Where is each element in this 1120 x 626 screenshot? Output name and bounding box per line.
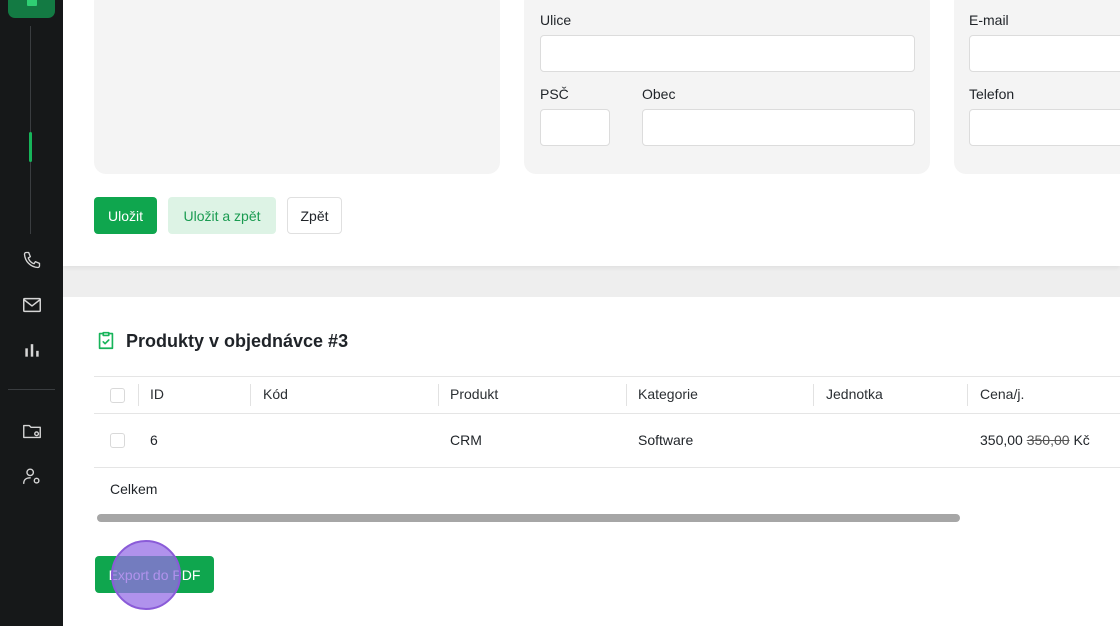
column-header-unit[interactable]: Jednotka — [826, 386, 883, 402]
back-button[interactable]: Zpět — [287, 197, 342, 234]
cell-id: 6 — [150, 432, 158, 448]
row-checkbox[interactable] — [110, 433, 125, 448]
column-separator — [967, 384, 968, 406]
folder-settings-icon[interactable] — [20, 419, 44, 443]
mail-icon[interactable] — [20, 293, 44, 317]
column-separator — [138, 384, 139, 406]
save-button[interactable]: Uložit — [94, 197, 157, 234]
zip-input[interactable] — [540, 109, 610, 146]
table-top-border — [94, 376, 1120, 377]
sidebar — [0, 0, 63, 626]
column-header-product[interactable]: Produkt — [450, 386, 498, 402]
column-separator — [250, 384, 251, 406]
clipboard-check-icon — [98, 331, 114, 350]
select-all-checkbox[interactable] — [110, 388, 125, 403]
sidebar-separator — [8, 389, 55, 390]
document-icon — [27, 0, 37, 6]
total-label: Celkem — [110, 481, 158, 497]
price-value: 350,00 — [980, 432, 1023, 448]
cell-product: CRM — [450, 432, 482, 448]
column-header-category[interactable]: Kategorie — [638, 386, 698, 402]
export-pdf-button[interactable]: Export do PDF — [95, 556, 214, 593]
city-label: Obec — [642, 86, 676, 102]
column-separator — [813, 384, 814, 406]
street-input[interactable] — [540, 35, 915, 72]
city-input[interactable] — [642, 109, 915, 146]
cell-price: 350,00 350,00 Kč — [980, 432, 1090, 448]
column-separator — [626, 384, 627, 406]
user-settings-icon[interactable] — [20, 464, 44, 488]
products-title: Produkty v objednávce #3 — [126, 331, 349, 351]
currency-label: Kč — [1073, 432, 1090, 448]
phone-label: Telefon — [969, 86, 1015, 102]
zip-label: PSČ — [540, 86, 569, 102]
column-separator — [438, 384, 439, 406]
column-header-code[interactable]: Kód — [263, 386, 288, 402]
street-label: Ulice — [540, 12, 572, 28]
email-input[interactable] — [969, 35, 1120, 72]
chart-icon[interactable] — [20, 338, 44, 362]
form-panel-left — [94, 0, 500, 174]
old-price-value: 350,00 — [1026, 432, 1070, 448]
cell-category: Software — [638, 432, 694, 448]
sidebar-item-orders[interactable] — [8, 0, 55, 18]
column-header-price[interactable]: Cena/j. — [980, 386, 1024, 402]
column-header-id[interactable]: ID — [150, 386, 164, 402]
save-and-back-button[interactable]: Uložit a zpět — [168, 197, 276, 234]
table-row-border — [94, 467, 1120, 468]
order-form-card: Ulice PSČ Obec E-mail Telefon Uložit Ulo… — [63, 0, 1120, 266]
sidebar-active-indicator — [29, 132, 32, 162]
contact-panel: E-mail Telefon — [954, 0, 1120, 174]
phone-icon[interactable] — [20, 248, 44, 272]
address-panel: Ulice PSČ Obec — [524, 0, 930, 174]
sidebar-divider-line — [30, 26, 31, 234]
email-label: E-mail — [969, 12, 1009, 28]
phone-input[interactable] — [969, 109, 1120, 146]
horizontal-scrollbar[interactable] — [97, 514, 960, 522]
table-header-border — [94, 413, 1120, 414]
